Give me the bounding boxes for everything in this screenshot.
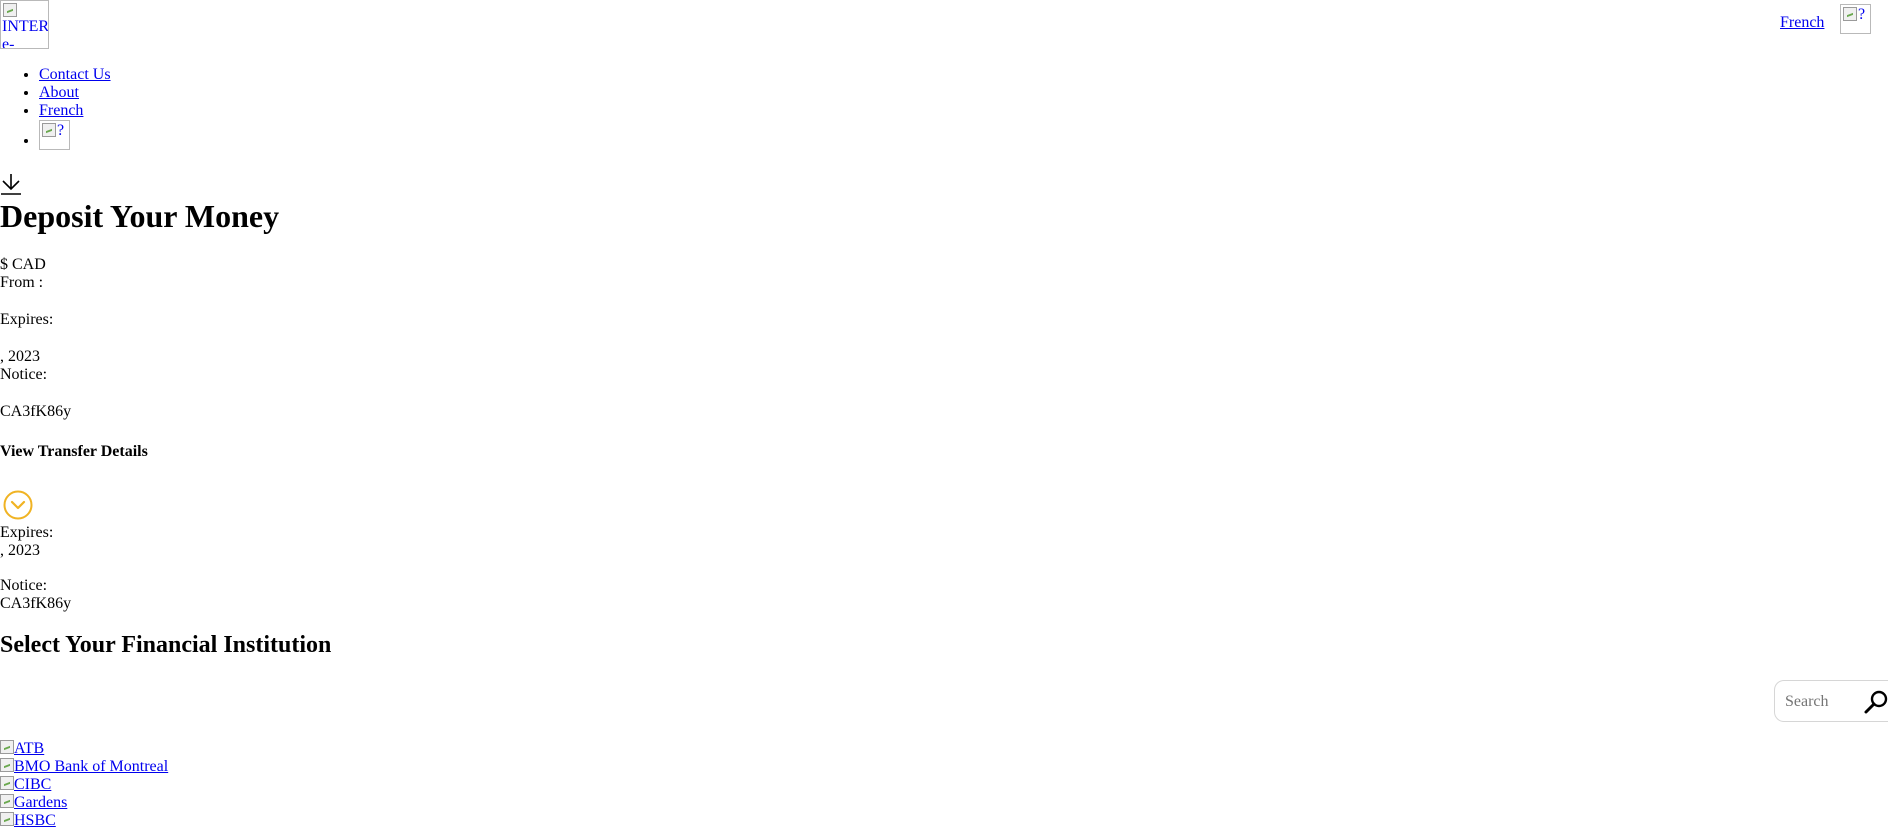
notice-value: CA3fK86y [0,403,72,420]
logo-alt-text: INTER e- [2,18,49,49]
amount-text: $ CAD [0,256,46,273]
details-expires-value: , 2023 [0,542,40,559]
broken-image-icon [0,794,14,808]
logo-link[interactable]: INTER e- [0,0,49,49]
search-box [1774,680,1888,722]
notice-label: Notice: [0,366,48,383]
nav-link-contact-us[interactable]: Contact Us [39,66,111,83]
broken-image-icon [0,812,14,826]
bank-name: HSBC [14,812,56,829]
bank-link-gardens[interactable]: Gardens [0,794,168,812]
nav-flag-alt-text: ? [57,122,65,139]
bank-name: Gardens [14,794,68,811]
bank-link-hsbc[interactable]: HSBC [0,812,168,830]
details-notice-value: CA3fK86y [0,595,72,612]
broken-image-icon [42,123,56,137]
page-title: Deposit Your Money [0,198,280,234]
bank-link-atb[interactable]: ATB [0,740,168,758]
language-link-french[interactable]: French [1780,14,1824,32]
nav-item-flag: ? [39,120,111,150]
nav-item-contact: Contact Us [39,66,111,84]
nav-item-about: About [39,84,111,102]
broken-image-icon [0,740,14,754]
broken-image-icon [1843,7,1857,21]
bank-link-cibc[interactable]: CIBC [0,776,168,794]
bank-link-bmo[interactable]: BMO Bank of Montreal [0,758,168,776]
bank-name: BMO Bank of Montreal [14,758,169,775]
bank-name: CIBC [14,776,52,793]
nav-flag-image[interactable]: ? [39,120,70,150]
main-nav: Contact Us About French ? [0,66,111,150]
nav-link-about[interactable]: About [39,84,79,101]
broken-image-icon [0,758,14,772]
broken-image-icon [3,3,17,17]
expires-value: , 2023 [0,348,40,365]
details-notice-label: Notice: [0,577,48,594]
institution-heading: Select Your Financial Institution [0,632,332,658]
from-label: From : [0,274,44,291]
flag-alt-text: ? [1858,6,1866,23]
broken-image-icon [0,776,14,790]
details-expires-label: Expires: [0,524,54,541]
search-icon[interactable] [1863,689,1888,715]
nav-item-french: French [39,102,111,120]
view-transfer-details-toggle[interactable]: View Transfer Details [0,443,148,461]
search-input[interactable] [1783,691,1857,713]
expires-label: Expires: [0,311,54,328]
flag-image[interactable]: ? [1840,4,1871,34]
nav-link-french[interactable]: French [39,102,83,119]
chevron-down-circle-icon[interactable] [3,490,33,520]
bank-name: ATB [14,740,45,757]
download-icon[interactable] [0,172,22,196]
